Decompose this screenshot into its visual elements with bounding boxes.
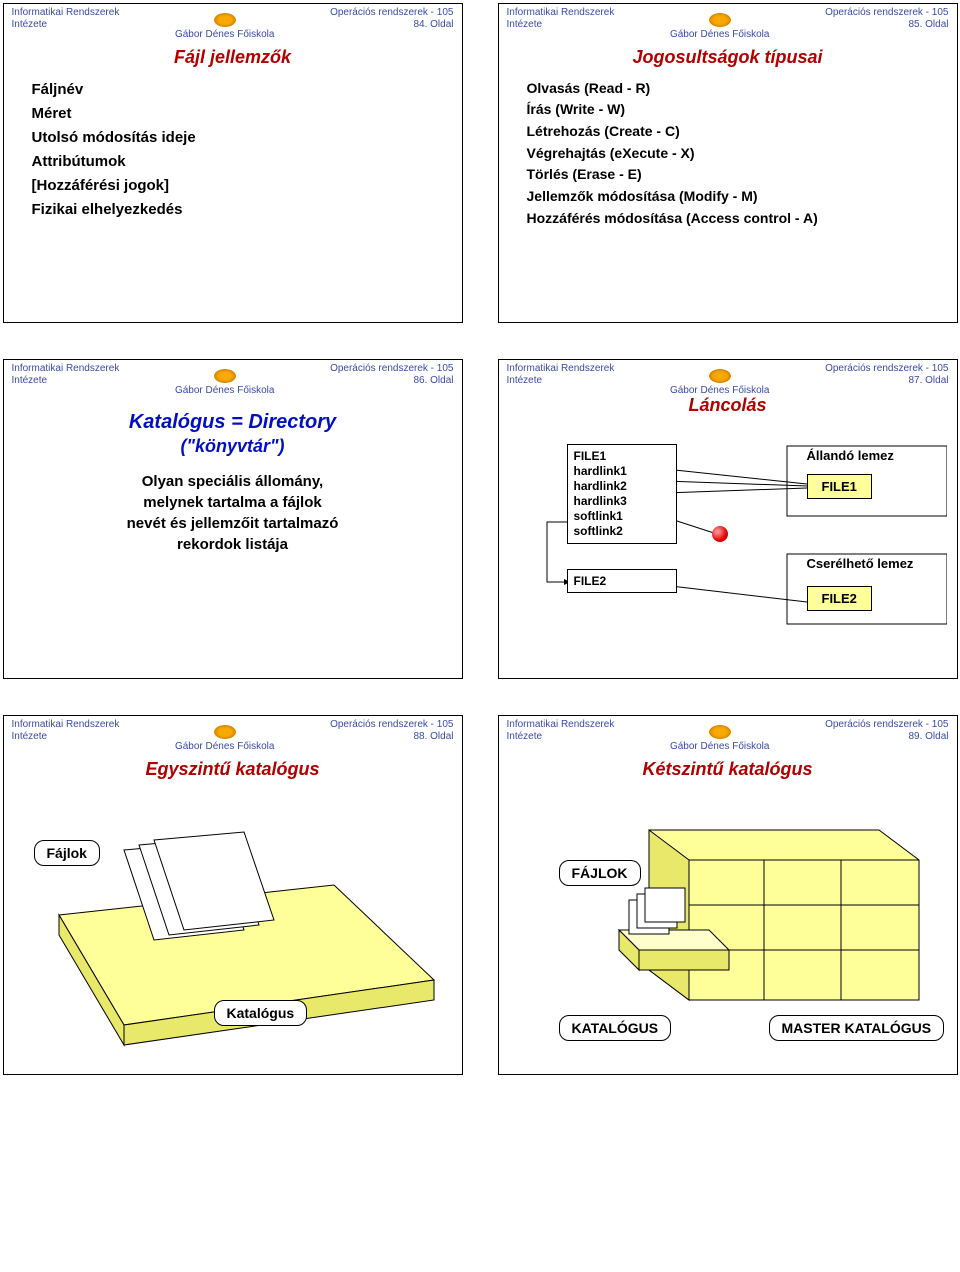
file1-disk-box: FILE1 xyxy=(807,474,872,499)
master-catalog-bubble: MASTER KATALÓGUS xyxy=(769,1015,945,1041)
course-block: Operációs rendszerek - 10587. Oldal xyxy=(825,363,948,386)
list-item: Fáljnév xyxy=(32,78,434,102)
catalog-bubble: Katalógus xyxy=(214,1000,308,1026)
content-list: Fáljnév Méret Utolsó módosítás ideje Att… xyxy=(4,78,462,222)
removable-disk-label: Cserélhető lemez xyxy=(807,556,914,571)
list-item: Olvasás (Read - R) xyxy=(527,78,929,100)
org-block: Informatikai RendszerekIntézete xyxy=(12,7,120,30)
course-block: Operációs rendszerek - 10586. Oldal xyxy=(330,363,453,386)
slide-title: Láncolás xyxy=(499,395,957,416)
catalog-bubble: KATALÓGUS xyxy=(559,1015,672,1041)
fixed-disk-label: Állandó lemez xyxy=(807,448,894,463)
files-bubble: FÁJLOK xyxy=(559,860,641,886)
course-block: Operációs rendszerek - 10584. Oldal xyxy=(330,7,453,30)
hardlink-label: hardlink3 xyxy=(574,494,670,509)
slide-title: Egyszintű katalógus xyxy=(4,759,462,780)
school-block: Gábor Dénes Főiskola xyxy=(670,725,770,753)
org-block: Informatikai RendszerekIntézete xyxy=(507,719,615,742)
slide-title: Jogosultságok típusai xyxy=(499,47,957,68)
logo-icon xyxy=(709,13,731,27)
slide-header: Informatikai RendszerekIntézete Gábor Dé… xyxy=(4,716,462,747)
logo-icon xyxy=(709,369,731,383)
softlink-label: softlink1 xyxy=(574,509,670,524)
list-item: Méret xyxy=(32,102,434,126)
org-block: Informatikai RendszerekIntézete xyxy=(507,7,615,30)
slide-header: Informatikai RendszerekIntézete Gábor Dé… xyxy=(499,4,957,35)
school-block: Gábor Dénes Főiskola xyxy=(175,369,275,397)
slide-description: Olyan speciális állomány, melynek tartal… xyxy=(4,471,462,555)
softlink-label: softlink2 xyxy=(574,524,670,539)
files-bubble: Fájlok xyxy=(34,840,100,866)
slide-87: Informatikai RendszerekIntézete Gábor Dé… xyxy=(498,359,958,679)
cabinet-icon xyxy=(499,790,959,1050)
slide-title: Fájl jellemzők xyxy=(4,47,462,68)
slide-header: Informatikai RendszerekIntézete Gábor Dé… xyxy=(4,360,462,391)
course-block: Operációs rendszerek - 10589. Oldal xyxy=(825,719,948,742)
logo-icon xyxy=(214,13,236,27)
single-level-diagram: Fájlok Katalógus xyxy=(4,790,462,1050)
file2-box: FILE2 xyxy=(567,569,677,593)
school-block: Gábor Dénes Főiskola xyxy=(175,13,275,41)
slide-88: Informatikai RendszerekIntézete Gábor Dé… xyxy=(3,715,463,1075)
file2-label: FILE2 xyxy=(574,574,607,588)
list-item: Hozzáférés módosítása (Access control - … xyxy=(527,208,929,230)
file1-label: FILE1 xyxy=(574,449,670,464)
list-item: Végrehajtás (eXecute - X) xyxy=(527,143,929,165)
list-item: Törlés (Erase - E) xyxy=(527,164,929,186)
list-item: [Hozzáférési jogok] xyxy=(32,174,434,198)
desc-line: nevét és jellemzőit tartalmazó xyxy=(44,513,422,534)
desc-line: Olyan speciális állomány, xyxy=(44,471,422,492)
slide-86: Informatikai RendszerekIntézete Gábor Dé… xyxy=(3,359,463,679)
org-block: Informatikai RendszerekIntézete xyxy=(12,719,120,742)
link-diagram: FILE1 hardlink1 hardlink2 hardlink3 soft… xyxy=(507,424,949,654)
slide-subtitle: ("könyvtár") xyxy=(4,436,462,457)
two-level-diagram: FÁJLOK KATALÓGUS MASTER KATALÓGUS xyxy=(499,790,957,1050)
slide-header: Informatikai RendszerekIntézete Gábor Dé… xyxy=(499,360,957,391)
slide-85: Informatikai RendszerekIntézete Gábor Dé… xyxy=(498,3,958,323)
org-block: Informatikai RendszerekIntézete xyxy=(12,363,120,386)
content-list: Olvasás (Read - R) Írás (Write - W) Létr… xyxy=(499,78,957,230)
slide-89: Informatikai RendszerekIntézete Gábor Dé… xyxy=(498,715,958,1075)
list-item: Jellemzők módosítása (Modify - M) xyxy=(527,186,929,208)
hardlink-label: hardlink1 xyxy=(574,464,670,479)
list-item: Attribútumok xyxy=(32,150,434,174)
hardlink-label: hardlink2 xyxy=(574,479,670,494)
file2-disk-box: FILE2 xyxy=(807,586,872,611)
slide-84: Informatikai RendszerekIntézete Gábor Dé… xyxy=(3,3,463,323)
logo-icon xyxy=(709,725,731,739)
school-block: Gábor Dénes Főiskola xyxy=(670,13,770,41)
logo-icon xyxy=(214,725,236,739)
desc-line: melynek tartalma a fájlok xyxy=(44,492,422,513)
list-item: Írás (Write - W) xyxy=(527,99,929,121)
bomb-icon xyxy=(712,526,728,542)
course-block: Operációs rendszerek - 10588. Oldal xyxy=(330,719,453,742)
file-links-box: FILE1 hardlink1 hardlink2 hardlink3 soft… xyxy=(567,444,677,544)
desc-line: rekordok listája xyxy=(44,534,422,555)
course-block: Operációs rendszerek - 10585. Oldal xyxy=(825,7,948,30)
org-block: Informatikai RendszerekIntézete xyxy=(507,363,615,386)
slide-header: Informatikai RendszerekIntézete Gábor Dé… xyxy=(499,716,957,747)
list-item: Utolsó módosítás ideje xyxy=(32,126,434,150)
slide-title: Katalógus = Directory xyxy=(4,411,462,434)
list-item: Létrehozás (Create - C) xyxy=(527,121,929,143)
school-block: Gábor Dénes Főiskola xyxy=(175,725,275,753)
list-item: Fizikai elhelyezkedés xyxy=(32,198,434,222)
slide-title: Kétszintű katalógus xyxy=(499,759,957,780)
logo-icon xyxy=(214,369,236,383)
school-block: Gábor Dénes Főiskola xyxy=(670,369,770,397)
slide-header: Informatikai RendszerekIntézete Gábor Dé… xyxy=(4,4,462,35)
